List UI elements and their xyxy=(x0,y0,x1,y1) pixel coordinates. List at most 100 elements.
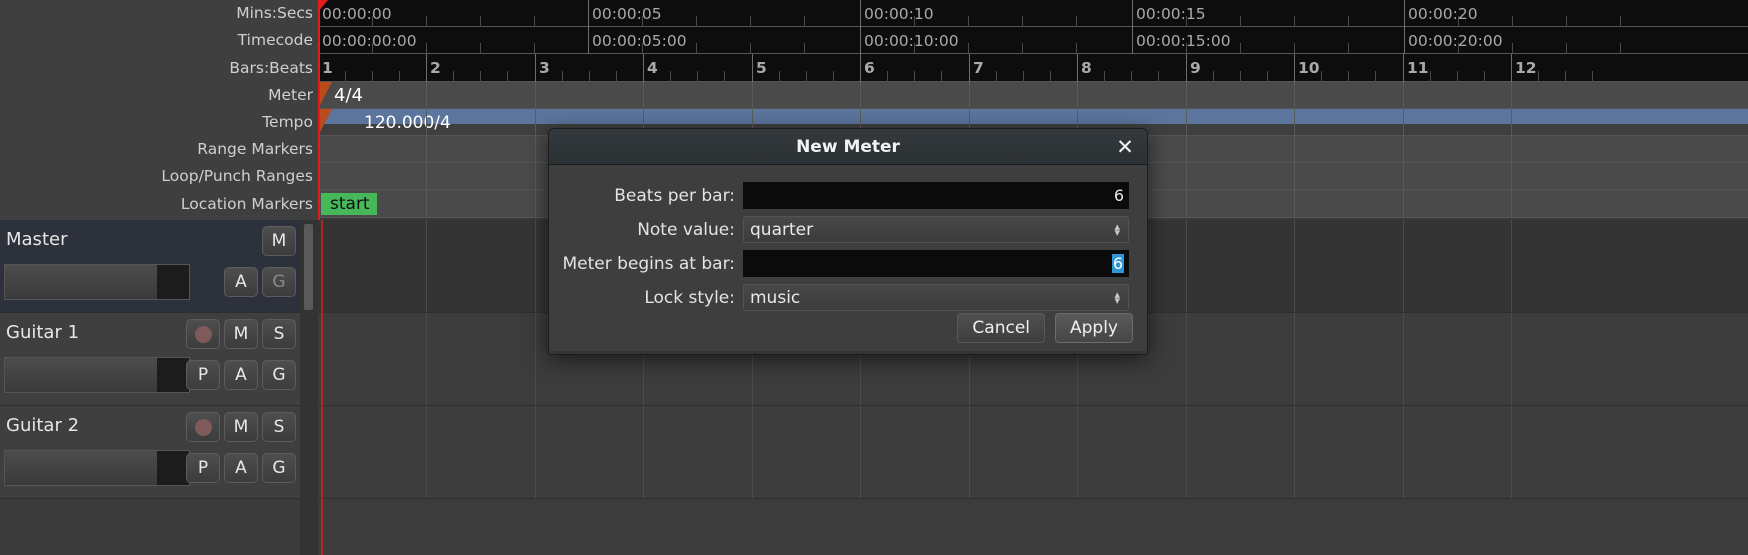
track-header[interactable]: Guitar 1 MS PAG xyxy=(0,313,300,406)
bar-gridline xyxy=(426,82,427,109)
meter-marker-label[interactable]: 4/4 xyxy=(334,82,363,109)
playhead-flag-icon[interactable] xyxy=(318,0,328,12)
minsecs-minor-tick xyxy=(426,16,427,27)
barsbeats-minor-tick xyxy=(1457,70,1458,82)
barsbeats-minor-tick xyxy=(453,70,454,82)
track-name-label[interactable]: Master xyxy=(6,229,67,250)
ruler-barsbeats[interactable]: 1 2 3 4 5 6 7 8 9 10 11 12 xyxy=(318,54,1748,82)
gain-fader[interactable] xyxy=(4,357,190,393)
ruler-label-location-markers[interactable]: Location Markers xyxy=(0,190,318,218)
dialog-titlebar[interactable]: New Meter ✕ xyxy=(549,129,1147,165)
barsbeats-minor-tick xyxy=(779,70,780,82)
bar-gridline xyxy=(1403,190,1404,218)
playhead-ruler-line[interactable] xyxy=(318,0,320,220)
ruler-meter[interactable]: 4/4 xyxy=(318,82,1748,109)
barsbeats-minor-tick xyxy=(887,70,888,82)
record-arm-button[interactable] xyxy=(186,412,220,442)
location-marker-start[interactable]: start xyxy=(321,193,377,215)
close-icon[interactable]: ✕ xyxy=(1113,135,1137,159)
track-header-scrollbar[interactable] xyxy=(300,220,318,555)
gain-fader[interactable] xyxy=(4,264,190,300)
track-button-g[interactable]: G xyxy=(262,453,296,483)
chevron-updown-icon[interactable]: ▴ ▾ xyxy=(1114,221,1120,238)
track-name-label[interactable]: Guitar 2 xyxy=(6,415,79,436)
track-button-m[interactable]: M xyxy=(224,319,258,349)
ruler-minsecs[interactable]: 00:00:00 00:00:05 00:00:10 00:00:15 00:00:20 xyxy=(318,0,1748,27)
meter-marker-flag-icon[interactable] xyxy=(318,82,332,109)
bar-gridline xyxy=(1294,220,1295,312)
track-name-label[interactable]: Guitar 1 xyxy=(6,322,79,343)
track-button-a[interactable]: A xyxy=(224,267,258,297)
ruler-label-barsbeats[interactable]: Bars:Beats xyxy=(0,54,318,82)
playhead-line[interactable] xyxy=(321,220,323,555)
track-button-m[interactable]: M xyxy=(262,226,296,256)
timecode-minor-tick xyxy=(1294,43,1295,54)
timecode-minor-tick xyxy=(914,43,915,54)
barsbeats-minor-tick xyxy=(1321,70,1322,82)
bar-gridline xyxy=(1186,163,1187,190)
record-arm-button[interactable] xyxy=(186,319,220,349)
ruler-timecode[interactable]: 00:00:00:00 00:00:05:00 00:00:10:00 00:00:1… xyxy=(318,27,1748,54)
bar-gridline xyxy=(1511,163,1512,190)
bar-gridline xyxy=(1294,163,1295,190)
bar-gridline xyxy=(969,82,970,109)
minsecs-minor-tick xyxy=(696,16,697,27)
ruler-label-tempo[interactable]: Tempo xyxy=(0,109,318,136)
field-wrapper: music ▴ ▾ xyxy=(743,284,1129,311)
minsecs-minor-tick xyxy=(1240,16,1241,27)
selected-text: 6 xyxy=(1111,254,1124,273)
track-button-m[interactable]: M xyxy=(224,412,258,442)
track-button-s[interactable]: S xyxy=(262,319,296,349)
apply-button[interactable]: Apply xyxy=(1055,313,1133,343)
barsbeats-tick-label: 6 xyxy=(864,59,875,77)
ruler-label-loop-punch[interactable]: Loop/Punch Ranges xyxy=(0,163,318,190)
minsecs-minor-tick xyxy=(534,16,535,27)
scrollbar-thumb[interactable] xyxy=(304,224,313,310)
barsbeats-minor-tick xyxy=(1430,70,1431,82)
bar-gridline xyxy=(643,406,644,498)
dropdown-select[interactable]: music ▴ ▾ xyxy=(743,284,1129,311)
gain-fader-fill xyxy=(5,265,157,299)
bar-gridline xyxy=(1077,82,1078,109)
dialog-resize-grip[interactable] xyxy=(549,351,1147,354)
timecode-minor-tick xyxy=(1458,43,1459,54)
timecode-minor-tick xyxy=(1566,43,1567,54)
ruler-label-timecode[interactable]: Timecode xyxy=(0,27,318,54)
track-header[interactable]: Master M A G xyxy=(0,220,300,313)
timecode-minor-tick xyxy=(642,43,643,54)
track-button-s[interactable]: S xyxy=(262,412,296,442)
timecode-tick-label: 00:00:10:00 xyxy=(864,31,959,50)
track-button-p[interactable]: P xyxy=(186,453,220,483)
bar-gridline xyxy=(535,220,536,312)
bar-gridline xyxy=(1294,406,1295,498)
ruler-label-minsecs[interactable]: Mins:Secs xyxy=(0,0,318,27)
text-input[interactable]: 6 xyxy=(743,250,1129,277)
text-input[interactable]: 6 xyxy=(743,182,1129,209)
barsbeats-tick-label: 11 xyxy=(1407,59,1429,77)
track-button-g[interactable]: G xyxy=(262,360,296,390)
track-button-g[interactable]: G xyxy=(262,267,296,297)
field-wrapper: 6 xyxy=(743,182,1129,209)
bar-gridline xyxy=(1294,313,1295,405)
gain-fader[interactable] xyxy=(4,450,190,486)
chevron-updown-icon[interactable]: ▴ ▾ xyxy=(1114,289,1120,306)
timecode-tick-label: 00:00:20:00 xyxy=(1408,31,1503,50)
track-button-a[interactable]: A xyxy=(224,360,258,390)
barsbeats-minor-tick xyxy=(1484,70,1485,82)
barsbeats-minor-tick xyxy=(1050,70,1051,82)
dropdown-select[interactable]: quarter ▴ ▾ xyxy=(743,216,1129,243)
track-button-p[interactable]: P xyxy=(186,360,220,390)
barsbeats-minor-tick xyxy=(1348,70,1349,82)
track-button-a[interactable]: A xyxy=(224,453,258,483)
track-lane[interactable] xyxy=(318,406,1748,499)
ruler-label-range-markers[interactable]: Range Markers xyxy=(0,136,318,163)
bar-gridline xyxy=(1511,220,1512,312)
tempo-marker-flag-icon[interactable] xyxy=(318,109,332,136)
track-header[interactable]: Guitar 2 MS PAG xyxy=(0,406,300,499)
cancel-button[interactable]: Cancel xyxy=(957,313,1045,343)
minsecs-minor-tick xyxy=(642,16,643,27)
bar-gridline xyxy=(1403,82,1404,109)
ruler-label-meter[interactable]: Meter xyxy=(0,82,318,109)
bar-gridline xyxy=(969,406,970,498)
tempo-marker-label[interactable]: 120.000/4 xyxy=(364,109,451,136)
